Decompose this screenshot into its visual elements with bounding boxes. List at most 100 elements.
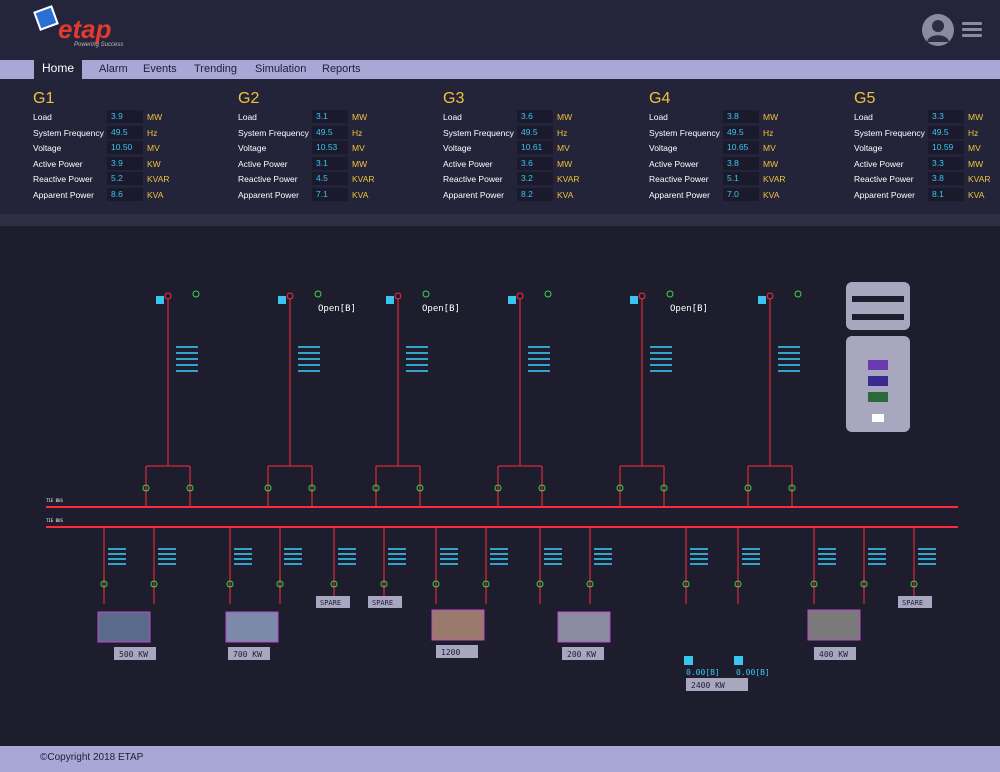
metric-label: Load (649, 112, 668, 122)
user-avatar-icon[interactable] (922, 14, 954, 46)
load-readout-line (440, 548, 458, 550)
metric-label: Load (854, 112, 873, 122)
app-footer: ©Copyright 2018 ETAP (0, 746, 1000, 772)
metric-value: 49.5 (723, 125, 759, 139)
tab-reports[interactable]: Reports (322, 60, 361, 79)
metric-unit: MV (147, 143, 160, 153)
hamburger-menu-icon[interactable] (962, 22, 982, 38)
power-plant-panel[interactable] (846, 282, 910, 330)
panel-gauge-1 (852, 296, 904, 302)
breaker-top (286, 292, 294, 300)
metric-value: 3.8 (723, 156, 759, 170)
metric-unit: MW (147, 112, 163, 122)
metric-value: 8.1 (928, 187, 964, 201)
generator-metric-row: Load 3.6 MW (443, 110, 643, 126)
metric-label: System Frequency (854, 127, 925, 138)
app-header: etap Powering Success (0, 0, 1000, 60)
open-label-3: Open[B] (670, 304, 708, 314)
metric-value: 10.65 (723, 141, 759, 154)
load-readout-line (108, 558, 126, 560)
generator-metric-row: Reactive Power 3.2 KVAR (443, 172, 643, 188)
load-readout-line (234, 548, 252, 550)
panel-thumb-2[interactable] (868, 376, 888, 386)
load-readout-line (338, 548, 356, 550)
readout-line (650, 346, 672, 348)
metric-unit: MW (763, 112, 779, 122)
metric-unit: KVA (352, 189, 369, 200)
tab-events[interactable]: Events (143, 60, 177, 79)
meter-icon (278, 296, 286, 304)
readout-line (650, 352, 672, 354)
panel-thumb-3[interactable] (868, 392, 888, 402)
metric-value: 3.9 (107, 110, 143, 123)
tab-simulation[interactable]: Simulation (255, 60, 306, 79)
metric-unit: KVA (557, 189, 574, 200)
metric-label: Voltage (238, 143, 267, 153)
breaker-top (164, 292, 172, 300)
main-nav: Home Alarm Events Trending Simulation Re… (0, 58, 1000, 79)
generator-metric-row: Voltage 10.61 MV (443, 141, 643, 157)
load-readout-line (818, 548, 836, 550)
panel-thumb-4[interactable] (872, 414, 884, 422)
readout-line (298, 364, 320, 366)
readout-line (176, 358, 198, 360)
generator-metric-row: Load 3.8 MW (649, 110, 849, 126)
metric-label: Active Power (443, 158, 493, 169)
status-ring (192, 290, 200, 298)
readout-line (528, 358, 550, 360)
load-readout-line (690, 548, 708, 550)
readout-line (406, 358, 428, 360)
status-value-2: 0.00[B] (736, 668, 770, 677)
load-readout-line (544, 553, 562, 555)
metric-unit: KVAR (557, 174, 580, 184)
status-ring (666, 290, 674, 298)
generator-panel-g2: G2 Load 3.1 MW System Frequency 49.5 Hz Voltage… (238, 90, 438, 205)
metric-label: Apparent Power (443, 189, 504, 200)
single-line-diagram-canvas: TIE BUS TIE BUS Open[B] Open[B] Open[B] … (46, 282, 958, 691)
load-readout-line (918, 553, 936, 555)
load-readout-line (818, 553, 836, 555)
generator-panel-g1: G1 Load 3.9 MW System Frequency 49.5 Hz Voltage… (33, 90, 233, 205)
spare-label-1: SPARE (320, 599, 341, 607)
tab-alarm[interactable]: Alarm (99, 60, 128, 79)
status-indicator-1 (684, 656, 693, 665)
readout-line (528, 364, 550, 366)
logo-wordmark: etap (58, 14, 112, 44)
metric-value: 3.3 (928, 110, 964, 123)
readout-line (778, 352, 800, 354)
load-readout-line (284, 548, 302, 550)
meter-icon (630, 296, 638, 304)
readout-line (298, 370, 320, 372)
metric-unit: Hz (763, 127, 774, 138)
metric-label: Active Power (238, 158, 288, 169)
readout-line (298, 352, 320, 354)
readout-line (650, 358, 672, 360)
metric-unit: MW (763, 158, 779, 169)
load-label-3: 1200 (441, 648, 460, 657)
readout-line (778, 370, 800, 372)
status-ring (544, 290, 552, 298)
load-readout-line (918, 558, 936, 560)
load-readout-line (594, 563, 612, 565)
load-readout-line (544, 563, 562, 565)
metric-unit: KW (147, 158, 161, 169)
panel-thumb-1[interactable] (868, 360, 888, 370)
spare-label-3: SPARE (902, 599, 923, 607)
load-readout-line (440, 558, 458, 560)
metric-value: 49.5 (517, 125, 553, 139)
tab-home[interactable]: Home (34, 58, 83, 79)
metric-label: System Frequency (649, 127, 720, 138)
tab-trending[interactable]: Trending (194, 60, 237, 79)
metric-label: Reactive Power (238, 174, 298, 184)
load-label-6: 400 KW (819, 650, 848, 659)
readout-line (298, 346, 320, 348)
metric-value: 5.1 (723, 172, 759, 185)
load-readout-line (158, 548, 176, 550)
load-readout-line (388, 548, 406, 550)
metric-value: 8.6 (107, 187, 143, 201)
etap-logo[interactable]: etap Powering Success (33, 5, 126, 50)
readout-line (650, 370, 672, 372)
metric-value: 5.2 (107, 172, 143, 185)
load-readout-line (388, 553, 406, 555)
metric-label: Load (443, 112, 462, 122)
